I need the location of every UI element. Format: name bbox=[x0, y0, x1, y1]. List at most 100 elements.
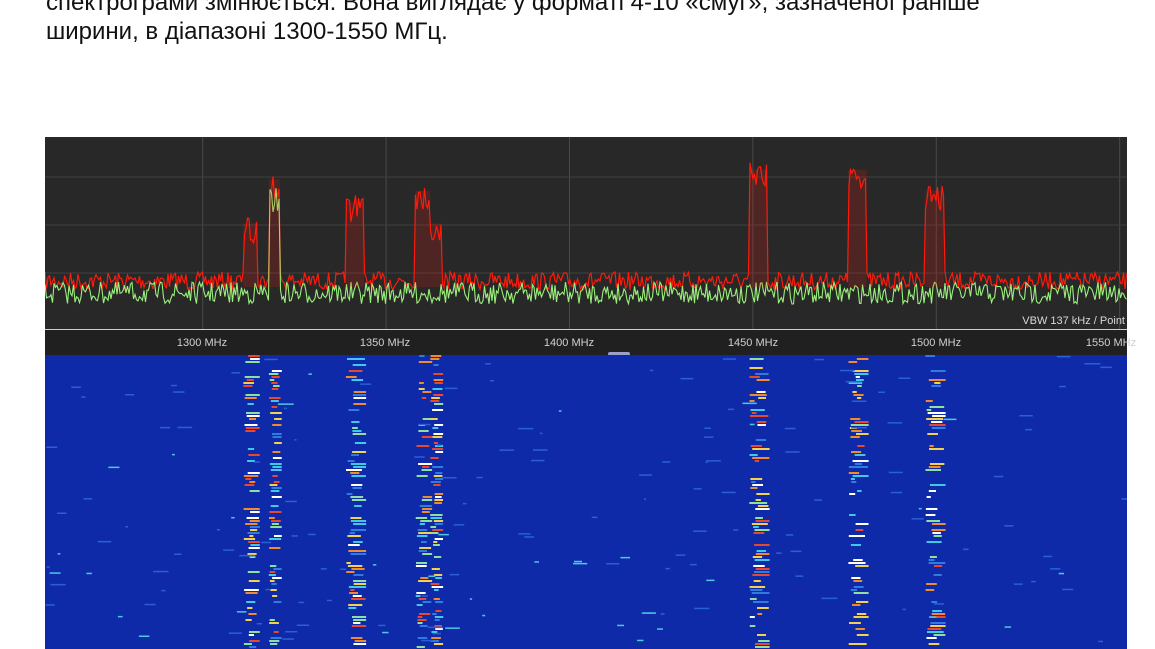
waterfall-segment bbox=[753, 532, 765, 534]
waterfall-segment bbox=[854, 454, 866, 456]
waterfall-speckle bbox=[851, 427, 867, 429]
waterfall-segment bbox=[432, 613, 437, 615]
waterfall-segment bbox=[749, 376, 760, 378]
waterfall-segment bbox=[434, 382, 443, 384]
waterfall-segment bbox=[749, 367, 763, 369]
waterfall-segment bbox=[850, 589, 858, 591]
waterfall-segment bbox=[933, 634, 946, 636]
waterfall-speckle bbox=[902, 608, 906, 611]
waterfall-speckle bbox=[277, 403, 294, 405]
waterfall-segment bbox=[247, 448, 255, 450]
waterfall-segment bbox=[755, 373, 769, 375]
waterfall-speckle bbox=[1025, 428, 1033, 431]
waterfall-segment bbox=[430, 514, 443, 516]
waterfall-segment bbox=[756, 379, 770, 381]
waterfall-speckle bbox=[291, 535, 298, 537]
signal-band-4 bbox=[430, 223, 442, 287]
waterfall-segment bbox=[244, 589, 259, 591]
waterfall-segment bbox=[435, 478, 444, 480]
waterfall-speckle bbox=[160, 426, 171, 429]
waterfall-speckle bbox=[223, 549, 235, 551]
waterfall-segment bbox=[926, 637, 937, 639]
waterfall-speckle bbox=[693, 488, 702, 490]
waterfall-segment bbox=[932, 415, 946, 417]
waterfall-segment bbox=[351, 421, 360, 423]
waterfall-speckle bbox=[649, 369, 654, 372]
waterfall-segment bbox=[249, 646, 257, 648]
waterfall-segment bbox=[421, 397, 427, 399]
waterfall-segment bbox=[353, 541, 363, 543]
waterfall-segment bbox=[848, 535, 865, 537]
waterfall-segment bbox=[435, 601, 444, 603]
waterfall-segment bbox=[850, 436, 860, 438]
waterfall-speckle bbox=[261, 541, 272, 544]
waterfall-segment bbox=[246, 379, 254, 381]
waterfall-speckle bbox=[177, 426, 193, 429]
waterfall-segment bbox=[353, 391, 367, 393]
waterfall-speckle bbox=[606, 563, 620, 565]
waterfall-segment bbox=[248, 541, 260, 543]
waterfall-segment bbox=[350, 520, 367, 522]
waterfall-segment bbox=[249, 481, 256, 483]
waterfall-segment bbox=[245, 430, 256, 432]
waterfall-segment bbox=[851, 577, 861, 579]
waterfall-speckle bbox=[172, 453, 175, 456]
waterfall-speckle bbox=[558, 410, 562, 412]
waterfall-segment bbox=[931, 613, 946, 615]
waterfall-segment bbox=[354, 442, 367, 444]
waterfall-segment bbox=[850, 418, 861, 420]
waterfall-segment bbox=[434, 424, 444, 426]
waterfall-speckle bbox=[153, 570, 169, 573]
waterfall-segment bbox=[432, 466, 444, 468]
waterfall-speckle bbox=[943, 418, 957, 421]
waterfall-segment bbox=[245, 523, 258, 525]
waterfall-segment bbox=[434, 589, 439, 591]
waterfall-segment bbox=[931, 421, 943, 423]
waterfall-speckle bbox=[427, 626, 443, 629]
waterfall-segment bbox=[353, 523, 367, 525]
waterfall-segment bbox=[346, 571, 355, 573]
waterfall-segment bbox=[848, 361, 858, 363]
waterfall-segment bbox=[856, 601, 869, 603]
waterfall-segment bbox=[416, 475, 428, 477]
waterfall-speckle bbox=[933, 603, 944, 605]
waterfall-segment bbox=[926, 496, 931, 498]
document-line-1: спектрограми змінюється. Вона виглядає у… bbox=[46, 0, 980, 16]
waterfall-segment bbox=[749, 616, 755, 618]
waterfall-segment bbox=[750, 415, 769, 417]
waterfall-segment bbox=[269, 547, 281, 549]
waterfall-segment bbox=[271, 583, 277, 585]
waterfall-speckle bbox=[704, 427, 711, 429]
waterfall-segment bbox=[855, 523, 869, 525]
waterfall-segment bbox=[243, 475, 259, 477]
waterfall-segment bbox=[751, 523, 768, 525]
waterfall-segment bbox=[269, 622, 279, 624]
waterfall-segment bbox=[247, 571, 260, 573]
waterfall-segment bbox=[431, 568, 440, 570]
waterfall-speckle bbox=[929, 616, 937, 618]
waterfall-speckle bbox=[469, 598, 473, 600]
waterfall-segment bbox=[346, 469, 362, 471]
waterfall-segment bbox=[346, 562, 351, 564]
waterfall-segment bbox=[856, 613, 867, 615]
waterfall-speckle bbox=[308, 373, 312, 375]
waterfall-segment bbox=[250, 358, 260, 360]
waterfall-segment bbox=[417, 637, 428, 639]
waterfall-segment bbox=[753, 580, 761, 582]
waterfall-segment bbox=[434, 619, 440, 621]
waterfall-speckle bbox=[253, 461, 260, 463]
waterfall-speckle bbox=[845, 381, 862, 383]
waterfall-segment bbox=[433, 484, 441, 486]
waterfall-segment bbox=[243, 508, 260, 510]
waterfall-segment bbox=[851, 481, 857, 483]
waterfall-speckle bbox=[265, 588, 271, 591]
waterfall-segment bbox=[349, 532, 355, 534]
max-hold-trace bbox=[45, 162, 1127, 292]
waterfall-segment bbox=[434, 556, 442, 558]
waterfall-segment bbox=[749, 586, 766, 588]
waterfall-segment bbox=[348, 604, 363, 606]
waterfall-segment bbox=[353, 583, 367, 585]
waterfall-segment bbox=[849, 622, 861, 624]
waterfall-segment bbox=[271, 388, 279, 390]
waterfall-segment bbox=[248, 613, 257, 615]
